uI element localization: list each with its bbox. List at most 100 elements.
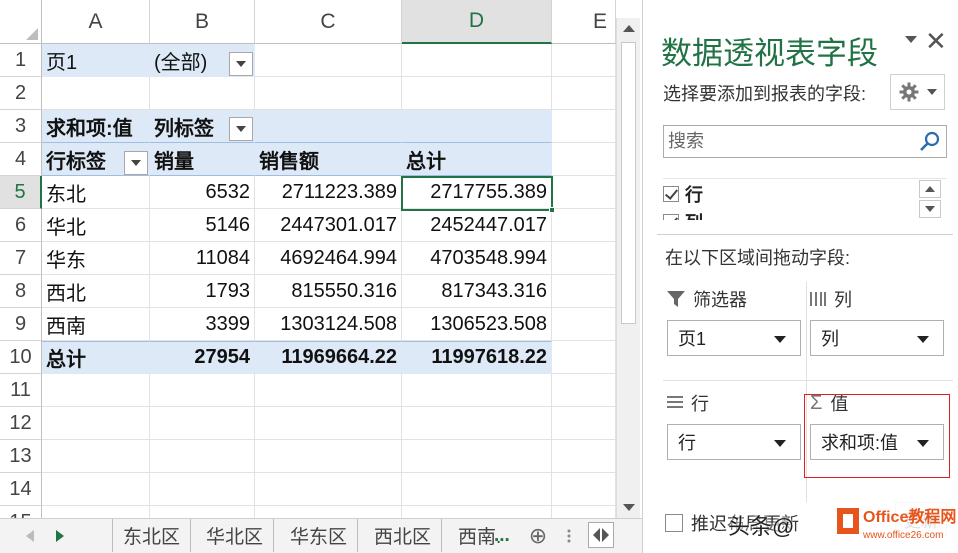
pivot-row-name[interactable]: 华东 [42, 242, 150, 275]
tools-button[interactable] [890, 74, 945, 110]
pivot-row-name[interactable]: 东北 [42, 176, 150, 209]
pivot-row-qty[interactable]: 1793 [150, 275, 255, 308]
row-header-2[interactable]: 2 [0, 77, 42, 110]
sheet-tab-dongbei[interactable]: 东北区 [112, 519, 192, 552]
pivot-row-total[interactable]: 817343.316 [402, 275, 552, 308]
rows-area[interactable]: 行 行 [667, 390, 809, 470]
empty-cell[interactable] [552, 374, 616, 407]
more-tabs-ellipsis[interactable]: ... [490, 519, 514, 552]
spreadsheet-grid[interactable]: A B C D E 123456789101112131415 页1 (全部) … [0, 0, 642, 553]
empty-cell[interactable] [402, 77, 552, 110]
empty-cell[interactable] [552, 341, 616, 374]
filters-area[interactable]: 筛选器 页1 [667, 286, 809, 366]
scroll-thumb[interactable] [621, 42, 636, 324]
row-header-6[interactable]: 6 [0, 209, 42, 242]
row-labels-filter[interactable] [124, 151, 148, 175]
grand-total-label[interactable]: 总计 [42, 341, 150, 374]
pivot-row-name[interactable]: 华北 [42, 209, 150, 242]
empty-cell[interactable] [255, 374, 402, 407]
row-header-10[interactable]: 10 [0, 341, 42, 374]
chevron-down-icon[interactable] [905, 36, 917, 43]
tab-scroll-right-button[interactable] [50, 519, 70, 552]
pivot-row-total[interactable]: 2452447.017 [402, 209, 552, 242]
empty-cell[interactable] [255, 44, 402, 77]
row-header-14[interactable]: 14 [0, 473, 42, 506]
pivot-header-blank[interactable] [255, 110, 402, 143]
empty-cell[interactable] [552, 407, 616, 440]
row-header-7[interactable]: 7 [0, 242, 42, 275]
chevron-down-icon[interactable] [917, 336, 929, 343]
list-scroll-up[interactable] [919, 180, 941, 198]
tab-scroll-left-button[interactable] [20, 519, 40, 552]
row-header-9[interactable]: 9 [0, 308, 42, 341]
pivot-row-sales[interactable]: 2711223.389 [255, 176, 402, 209]
empty-cell[interactable] [255, 473, 402, 506]
pivot-row-total[interactable]: 4703548.994 [402, 242, 552, 275]
field-checkbox[interactable] [663, 214, 679, 220]
sheet-tab-huadong[interactable]: 华东区 [280, 519, 359, 552]
empty-cell[interactable] [552, 473, 616, 506]
empty-cell[interactable] [150, 440, 255, 473]
empty-cell[interactable] [42, 440, 150, 473]
empty-cell[interactable] [402, 44, 552, 77]
empty-cell[interactable] [150, 77, 255, 110]
chevron-down-icon[interactable] [774, 440, 786, 447]
defer-checkbox[interactable] [665, 514, 683, 532]
pivot-row-qty[interactable]: 6532 [150, 176, 255, 209]
list-scroll-down[interactable] [919, 200, 941, 218]
hscroll-left-button[interactable] [588, 522, 614, 548]
select-all-corner[interactable] [0, 0, 42, 44]
empty-cell[interactable] [42, 407, 150, 440]
empty-cell[interactable] [552, 44, 616, 77]
pivot-row-qty[interactable]: 5146 [150, 209, 255, 242]
search-icon[interactable] [918, 130, 942, 154]
empty-cell[interactable] [42, 473, 150, 506]
row-header-8[interactable]: 8 [0, 275, 42, 308]
close-icon[interactable]: ✕ [925, 26, 947, 57]
empty-cell[interactable] [552, 209, 616, 242]
empty-cell[interactable] [552, 143, 616, 176]
row-header-3[interactable]: 3 [0, 110, 42, 143]
empty-cell[interactable] [150, 407, 255, 440]
pivot-sum-label[interactable]: 求和项:值 [42, 110, 150, 143]
filters-field-pill[interactable]: 页1 [667, 320, 801, 356]
tab-split-handle[interactable] [562, 519, 576, 552]
grand-total-qty[interactable]: 27954 [150, 341, 255, 374]
row-header-12[interactable]: 12 [0, 407, 42, 440]
pivot-col-total[interactable]: 总计 [402, 143, 552, 176]
empty-cell[interactable] [255, 440, 402, 473]
scroll-up-button[interactable] [617, 18, 640, 38]
empty-cell[interactable] [552, 308, 616, 341]
empty-cell[interactable] [402, 374, 552, 407]
row-header-13[interactable]: 13 [0, 440, 42, 473]
grand-total-total[interactable]: 11997618.22 [402, 341, 552, 374]
column-header-a[interactable]: A [42, 0, 150, 44]
sheet-tab-huabei[interactable]: 华北区 [196, 519, 275, 552]
page-field-label[interactable]: 页1 [42, 44, 150, 77]
row-header-5[interactable]: 5 [0, 176, 42, 209]
column-header-b[interactable]: B [150, 0, 255, 44]
empty-cell[interactable] [552, 110, 616, 143]
search-input[interactable] [664, 126, 914, 157]
pivot-row-total[interactable]: 2717755.389 [402, 176, 552, 209]
empty-cell[interactable] [150, 374, 255, 407]
empty-cell[interactable] [402, 440, 552, 473]
row-header-4[interactable]: 4 [0, 143, 42, 176]
vertical-scrollbar[interactable] [616, 18, 640, 520]
chevron-down-icon[interactable] [774, 336, 786, 343]
field-checkbox[interactable] [663, 186, 679, 202]
row-header-1[interactable]: 1 [0, 44, 42, 77]
pivot-header-blank[interactable] [402, 110, 552, 143]
page-field-dropdown[interactable] [229, 52, 253, 76]
pivot-row-sales[interactable]: 1303124.508 [255, 308, 402, 341]
empty-cell[interactable] [402, 473, 552, 506]
empty-cell[interactable] [552, 77, 616, 110]
row-header-11[interactable]: 11 [0, 374, 42, 407]
pivot-row-sales[interactable]: 815550.316 [255, 275, 402, 308]
field-item-row[interactable]: 行 [663, 181, 703, 207]
pivot-row-total[interactable]: 1306523.508 [402, 308, 552, 341]
columns-area[interactable]: 列 列 [810, 286, 952, 366]
empty-cell[interactable] [402, 407, 552, 440]
add-sheet-button[interactable]: ⊕ [524, 519, 552, 552]
pivot-row-name[interactable]: 西北 [42, 275, 150, 308]
